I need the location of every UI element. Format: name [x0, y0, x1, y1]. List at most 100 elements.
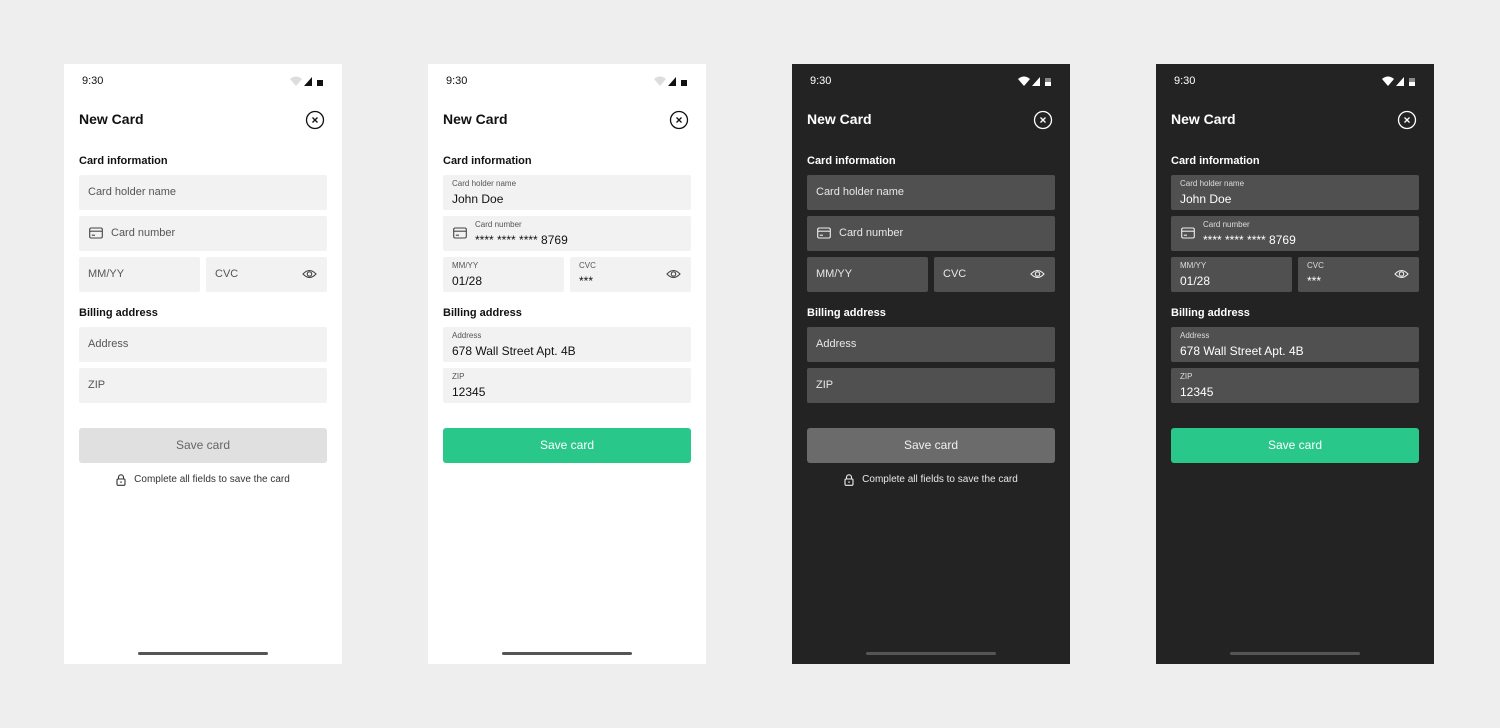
- expiry-label: MM/YY: [1180, 261, 1207, 270]
- address-field[interactable]: Address: [79, 327, 327, 362]
- expiry-label: MM/YY: [452, 261, 479, 270]
- home-indicator: [1230, 652, 1360, 655]
- address-field[interactable]: Address 678 Wall Street Apt. 4B: [1171, 327, 1419, 362]
- address-field[interactable]: Address: [807, 327, 1055, 362]
- close-button[interactable]: [669, 110, 689, 130]
- zip-placeholder: ZIP: [816, 379, 834, 391]
- status-icons: [1018, 76, 1052, 88]
- page-title: New Card: [807, 111, 872, 127]
- close-icon: [1033, 110, 1053, 130]
- wifi-icon: [1382, 76, 1394, 86]
- cvc-field[interactable]: CVC: [934, 257, 1055, 292]
- close-button[interactable]: [305, 110, 325, 130]
- close-button[interactable]: [1033, 110, 1053, 130]
- page-title: New Card: [79, 111, 144, 127]
- cvc-field[interactable]: CVC: [206, 257, 327, 292]
- card-number-placeholder: Card number: [111, 227, 176, 239]
- status-time: 9:30: [446, 75, 468, 87]
- home-indicator: [502, 652, 632, 655]
- wifi-icon: [654, 76, 666, 86]
- cvc-field[interactable]: CVC ***: [1298, 257, 1419, 292]
- eye-icon[interactable]: [1394, 268, 1409, 280]
- eye-icon[interactable]: [1030, 268, 1045, 280]
- completion-hint-text: Complete all fields to save the card: [134, 474, 290, 485]
- card-number-field[interactable]: Card number: [807, 216, 1055, 251]
- close-icon: [669, 110, 689, 130]
- card-number-label: Card number: [475, 220, 522, 229]
- zip-field[interactable]: ZIP: [79, 368, 327, 403]
- expiry-placeholder: MM/YY: [816, 268, 853, 280]
- zip-value: 12345: [452, 385, 486, 399]
- expiry-field[interactable]: MM/YY: [807, 257, 928, 292]
- lock-icon: [116, 474, 126, 486]
- wifi-icon: [1018, 76, 1030, 86]
- address-label: Address: [1180, 331, 1210, 340]
- signal-icon: [668, 77, 676, 86]
- screens: 9:30 New Card Card information Card hold…: [0, 0, 1500, 728]
- card-holder-placeholder: Card holder name: [816, 186, 905, 198]
- zip-field[interactable]: ZIP: [807, 368, 1055, 403]
- cvc-field[interactable]: CVC ***: [570, 257, 691, 292]
- card-number-placeholder: Card number: [839, 227, 904, 239]
- signal-icon: [1396, 77, 1404, 86]
- card-holder-field[interactable]: Card holder name: [79, 175, 327, 210]
- address-value: 678 Wall Street Apt. 4B: [452, 344, 576, 358]
- close-button[interactable]: [1397, 110, 1417, 130]
- expiry-value: 01/28: [452, 274, 483, 288]
- card-holder-field[interactable]: Card holder name John Doe: [1171, 175, 1419, 210]
- address-label: Address: [452, 331, 482, 340]
- expiry-field[interactable]: MM/YY 01/28: [1171, 257, 1292, 292]
- card-number-label: Card number: [1203, 220, 1250, 229]
- save-card-button[interactable]: Save card: [79, 428, 327, 463]
- status-time: 9:30: [1174, 75, 1196, 87]
- status-time: 9:30: [82, 75, 104, 87]
- card-information-label: Card information: [807, 155, 896, 167]
- billing-address-label: Billing address: [1171, 307, 1250, 319]
- battery-icon: [1409, 78, 1415, 86]
- completion-hint-text: Complete all fields to save the card: [862, 474, 1018, 485]
- status-icons: [1382, 76, 1416, 88]
- phone-light-filled: 9:30 New Card Card information Card hold…: [428, 64, 706, 664]
- expiry-placeholder: MM/YY: [88, 268, 125, 280]
- status-icons: [290, 76, 324, 88]
- cvc-value: ***: [1307, 274, 1322, 288]
- card-holder-field[interactable]: Card holder name John Doe: [443, 175, 691, 210]
- card-number-field[interactable]: Card number **** **** **** 8769: [1171, 216, 1419, 251]
- eye-icon[interactable]: [302, 268, 317, 280]
- home-indicator: [138, 652, 268, 655]
- card-holder-field[interactable]: Card holder name: [807, 175, 1055, 210]
- expiry-field[interactable]: MM/YY 01/28: [443, 257, 564, 292]
- billing-address-label: Billing address: [79, 307, 158, 319]
- zip-value: 12345: [1180, 385, 1214, 399]
- zip-field[interactable]: ZIP 12345: [1171, 368, 1419, 403]
- credit-card-icon: [89, 227, 103, 239]
- card-number-field[interactable]: Card number **** **** **** 8769: [443, 216, 691, 251]
- card-holder-label: Card holder name: [452, 179, 517, 188]
- home-indicator: [866, 652, 996, 655]
- cvc-placeholder: CVC: [943, 268, 967, 280]
- battery-icon: [317, 80, 323, 86]
- zip-placeholder: ZIP: [88, 379, 106, 391]
- card-information-label: Card information: [79, 155, 168, 167]
- status-bar: 9:30: [1156, 64, 1434, 98]
- address-placeholder: Address: [88, 338, 129, 350]
- cvc-placeholder: CVC: [215, 268, 239, 280]
- address-value: 678 Wall Street Apt. 4B: [1180, 344, 1304, 358]
- card-number-field[interactable]: Card number: [79, 216, 327, 251]
- save-card-button[interactable]: Save card: [1171, 428, 1419, 463]
- zip-field[interactable]: ZIP 12345: [443, 368, 691, 403]
- status-bar: 9:30: [428, 64, 706, 98]
- address-field[interactable]: Address 678 Wall Street Apt. 4B: [443, 327, 691, 362]
- billing-address-label: Billing address: [807, 307, 886, 319]
- lock-icon: [844, 474, 854, 486]
- save-card-button[interactable]: Save card: [443, 428, 691, 463]
- cvc-label: CVC: [579, 261, 596, 270]
- status-icons: [654, 76, 688, 88]
- battery-icon: [1045, 78, 1051, 86]
- save-card-button[interactable]: Save card: [807, 428, 1055, 463]
- page-title: New Card: [1171, 111, 1236, 127]
- close-icon: [305, 110, 325, 130]
- status-bar: 9:30: [792, 64, 1070, 98]
- expiry-field[interactable]: MM/YY: [79, 257, 200, 292]
- eye-icon[interactable]: [666, 268, 681, 280]
